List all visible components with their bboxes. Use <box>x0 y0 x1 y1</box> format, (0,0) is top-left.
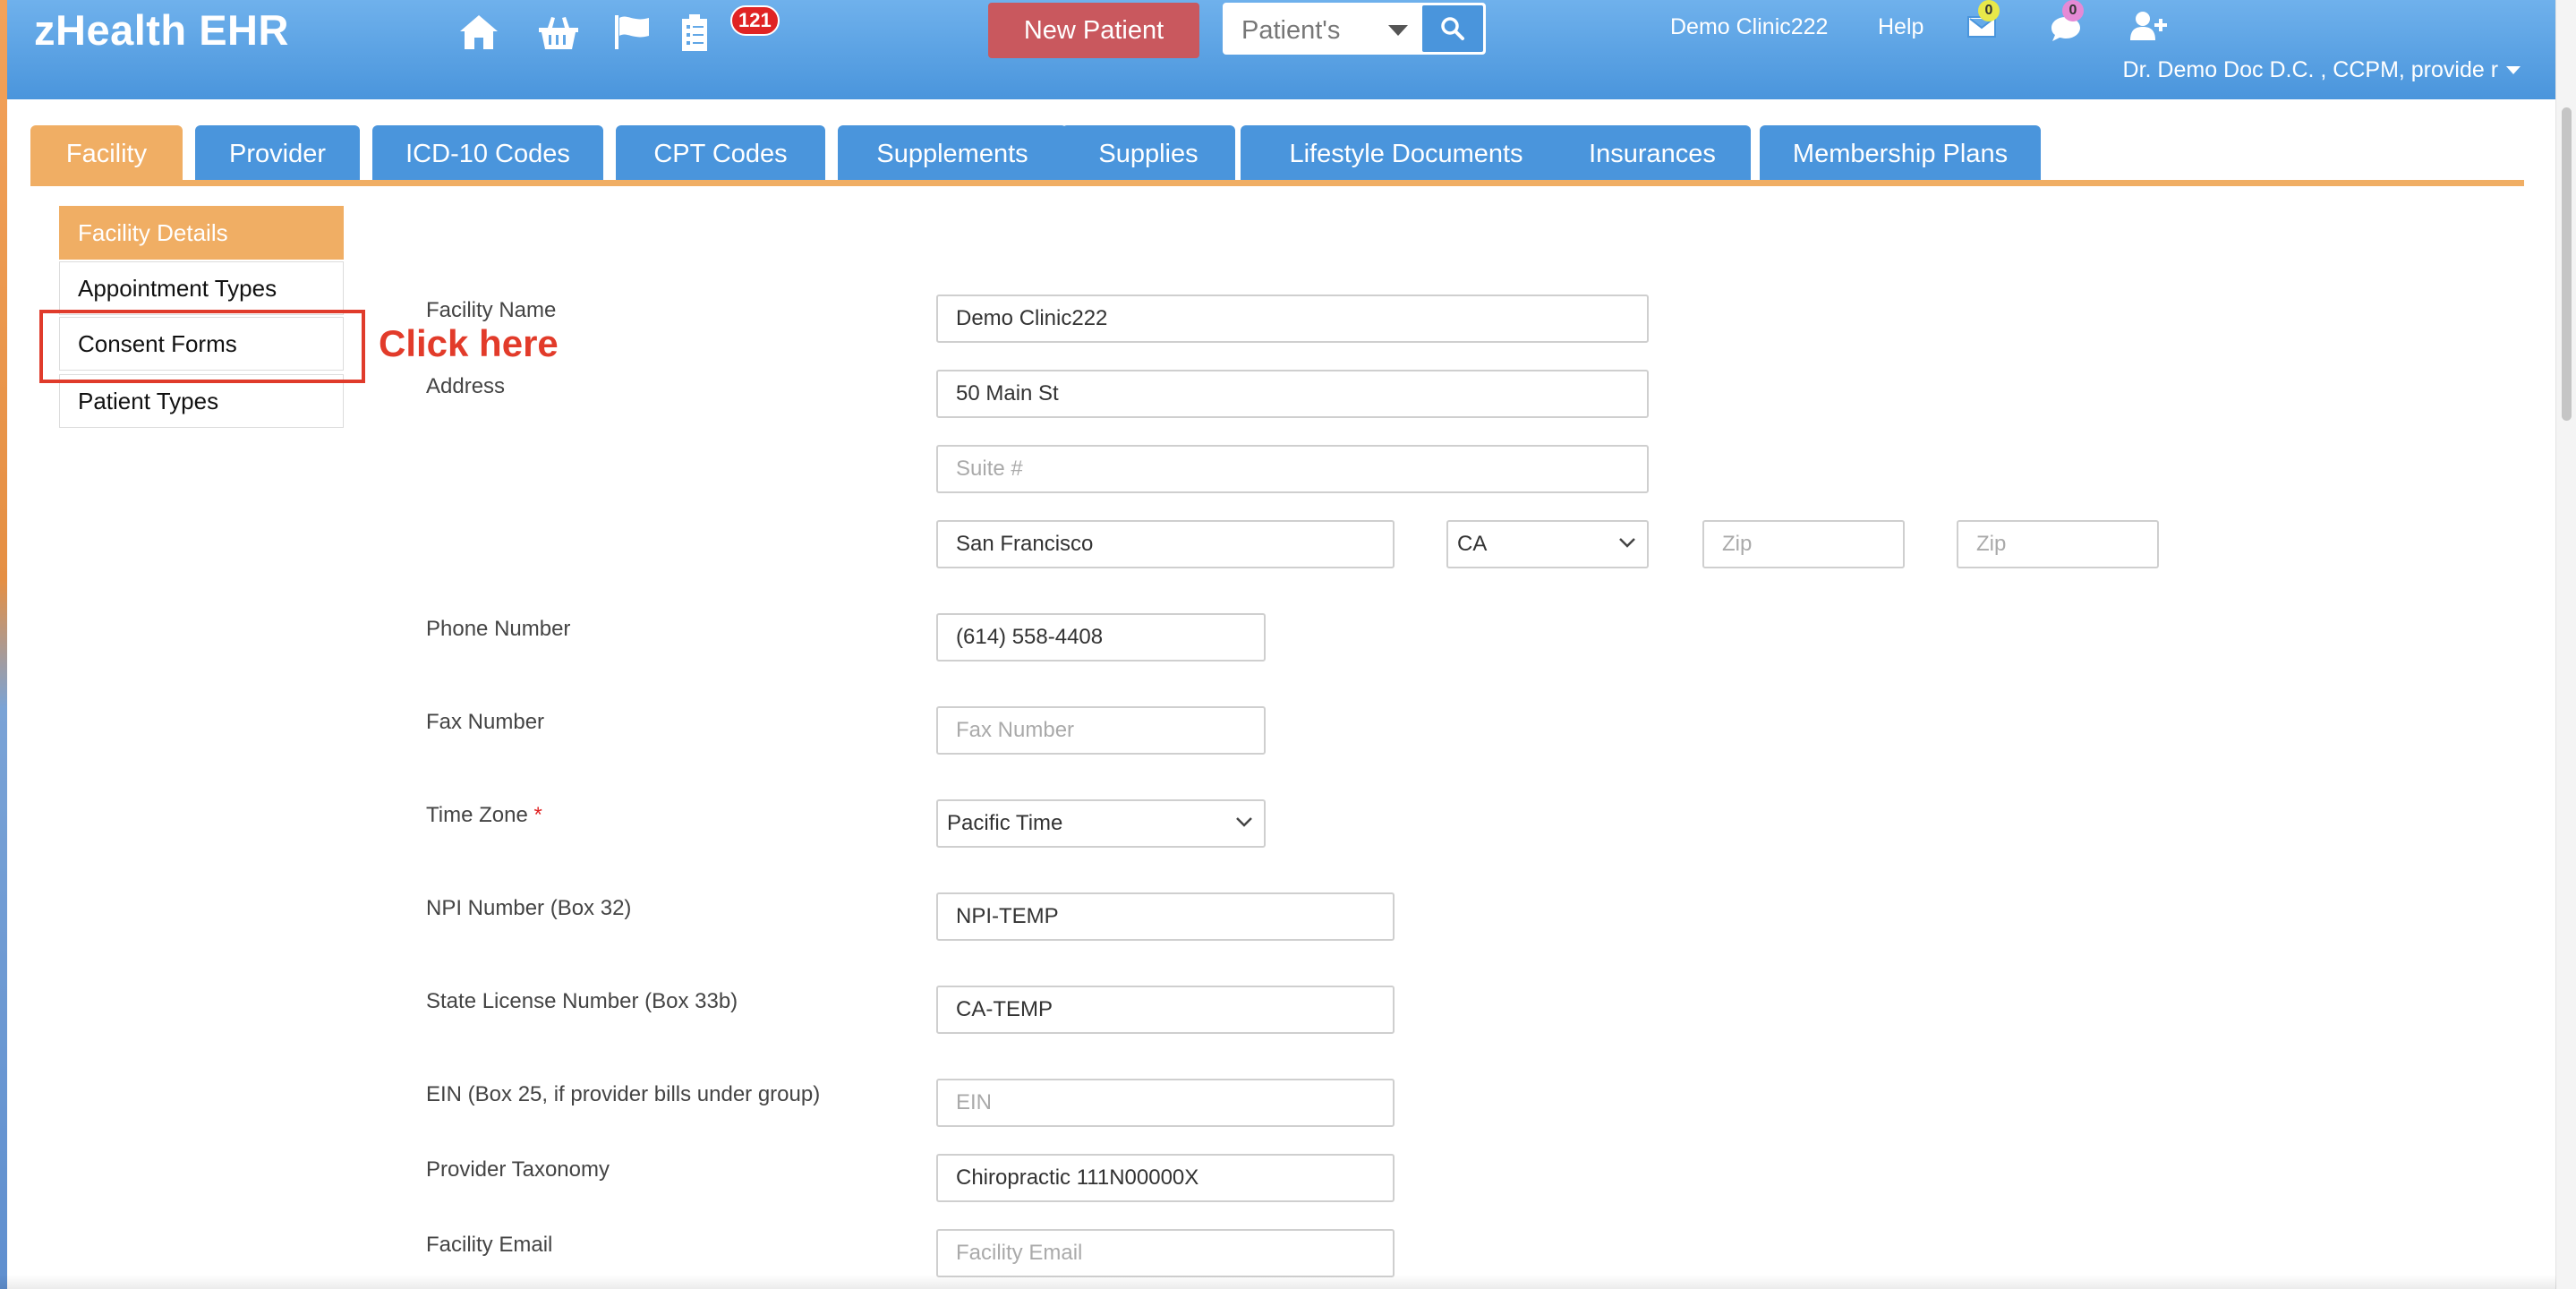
tab-membership-plans[interactable]: Membership Plans <box>1760 125 2041 183</box>
timezone-select-value: Pacific Time <box>947 811 1063 835</box>
brand-logo[interactable]: zHealth EHR <box>34 5 289 55</box>
taxonomy-label: Provider Taxonomy <box>426 1157 610 1182</box>
search-icon <box>1441 17 1464 40</box>
timezone-label: Time Zone * <box>426 803 542 828</box>
city-input[interactable] <box>936 520 1395 568</box>
npi-label: NPI Number (Box 32) <box>426 896 632 920</box>
chevron-down-icon <box>1619 538 1635 548</box>
state-select-value: CA <box>1457 532 1488 556</box>
tab-icd10-codes[interactable]: ICD-10 Codes <box>372 125 603 183</box>
flag-icon[interactable] <box>609 11 655 54</box>
state-license-input[interactable] <box>936 986 1395 1034</box>
tab-lifestyle-documents[interactable]: Lifestyle Documents <box>1241 125 1572 183</box>
patient-search-type-select[interactable]: Patient's <box>1241 16 1340 46</box>
fax-input[interactable] <box>936 706 1266 755</box>
address-input[interactable] <box>936 370 1649 418</box>
tab-insurances[interactable]: Insurances <box>1554 125 1751 183</box>
help-link[interactable]: Help <box>1878 14 1923 40</box>
window-edge <box>0 0 7 1289</box>
state-license-label: State License Number (Box 33b) <box>426 989 738 1013</box>
tab-cpt-codes[interactable]: CPT Codes <box>616 125 825 183</box>
facility-name-input[interactable] <box>936 295 1649 343</box>
email-label: Facility Email <box>426 1233 553 1257</box>
ein-input[interactable] <box>936 1079 1395 1127</box>
top-navbar: zHealth EHR 121 New Patient Patient's De… <box>7 0 2556 99</box>
search-button[interactable] <box>1422 5 1483 52</box>
tab-provider[interactable]: Provider <box>195 125 360 183</box>
chevron-down-icon <box>1388 25 1408 36</box>
scrollbar-thumb[interactable] <box>2562 107 2572 421</box>
required-marker: * <box>533 803 542 827</box>
clinic-selector[interactable]: Demo Clinic222 <box>1670 14 1828 40</box>
state-select[interactable]: CA <box>1446 520 1649 568</box>
mail-count-badge: 0 <box>1978 0 2000 21</box>
suite-input[interactable] <box>936 445 1649 493</box>
timezone-label-text: Time Zone <box>426 803 528 827</box>
submenu-appointment-types[interactable]: Appointment Types <box>59 261 344 315</box>
home-icon[interactable] <box>456 11 501 54</box>
npi-input[interactable] <box>936 892 1395 941</box>
email-input[interactable] <box>936 1229 1395 1277</box>
basket-icon[interactable] <box>533 11 584 54</box>
phone-input[interactable] <box>936 613 1266 662</box>
new-patient-button[interactable]: New Patient <box>988 3 1199 58</box>
tasks-count-badge: 121 <box>730 5 780 36</box>
tab-supplies[interactable]: Supplies <box>1062 125 1235 183</box>
callout-click-here: Click here <box>379 322 559 364</box>
patient-search[interactable]: Patient's <box>1223 3 1486 55</box>
zip-input[interactable] <box>1702 520 1905 568</box>
add-user-icon[interactable] <box>2128 9 2168 43</box>
timezone-select[interactable]: Pacific Time <box>936 799 1266 848</box>
phone-label: Phone Number <box>426 617 571 641</box>
submenu-facility-details[interactable]: Facility Details <box>59 206 344 260</box>
tab-facility[interactable]: Facility <box>30 125 183 183</box>
clipboard-icon[interactable] <box>677 11 712 54</box>
tab-supplements[interactable]: Supplements <box>838 125 1067 183</box>
address-label: Address <box>426 374 506 398</box>
vertical-scrollbar[interactable] <box>2555 0 2576 1289</box>
caret-down-icon <box>2506 66 2521 75</box>
chat-count-badge: 0 <box>2062 0 2084 21</box>
chevron-down-icon <box>1236 817 1252 827</box>
user-menu[interactable]: Dr. Demo Doc D.C. , CCPM, provide r <box>2123 57 2521 83</box>
facility-name-label: Facility Name <box>426 298 557 322</box>
highlight-box <box>39 310 365 383</box>
taxonomy-input[interactable] <box>936 1154 1395 1202</box>
fax-label: Fax Number <box>426 710 545 734</box>
ein-label: EIN (Box 25, if provider bills under gro… <box>426 1082 821 1106</box>
bottom-shadow <box>0 1275 2556 1289</box>
tab-underline <box>30 180 2524 186</box>
zip-extension-input[interactable] <box>1957 520 2159 568</box>
user-name: Dr. Demo Doc D.C. , CCPM, provide r <box>2122 57 2499 82</box>
